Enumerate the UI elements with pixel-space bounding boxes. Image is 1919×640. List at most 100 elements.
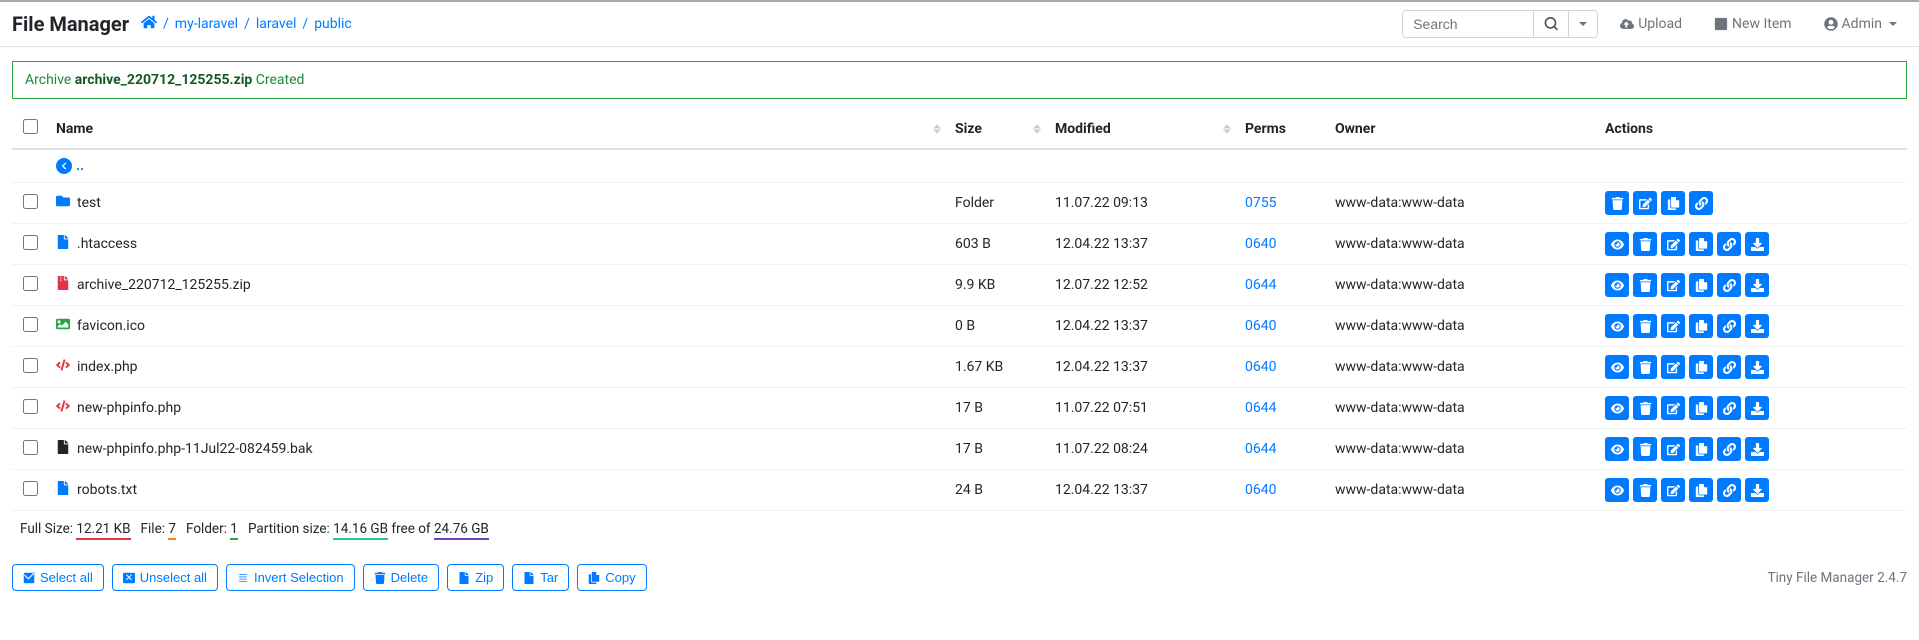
rename-button[interactable] bbox=[1661, 396, 1685, 420]
download-button[interactable] bbox=[1745, 273, 1769, 297]
rename-button[interactable] bbox=[1661, 273, 1685, 297]
view-button[interactable] bbox=[1605, 355, 1629, 379]
perms-link[interactable]: 0640 bbox=[1245, 482, 1276, 498]
file-name-link[interactable]: robots.txt bbox=[77, 482, 137, 498]
select-all-checkbox[interactable] bbox=[23, 119, 38, 134]
row-checkbox[interactable] bbox=[23, 481, 38, 496]
row-checkbox[interactable] bbox=[23, 235, 38, 250]
upload-button[interactable]: Upload bbox=[1610, 10, 1692, 38]
delete-button[interactable] bbox=[1633, 314, 1657, 338]
home-link[interactable] bbox=[141, 14, 157, 34]
delete-button[interactable] bbox=[1633, 396, 1657, 420]
delete-button[interactable] bbox=[1633, 437, 1657, 461]
admin-label: Admin bbox=[1842, 16, 1882, 32]
rename-button[interactable] bbox=[1661, 437, 1685, 461]
file-name-link[interactable]: .htaccess bbox=[77, 236, 137, 252]
copy-button[interactable] bbox=[1689, 396, 1713, 420]
file-modified: 12.04.22 13:37 bbox=[1047, 224, 1237, 265]
back-link[interactable]: .. bbox=[56, 158, 84, 174]
download-button[interactable] bbox=[1745, 314, 1769, 338]
zip-button[interactable]: Zip bbox=[447, 564, 504, 591]
perms-link[interactable]: 0755 bbox=[1245, 195, 1276, 211]
col-name[interactable]: Name bbox=[48, 109, 947, 149]
view-button[interactable] bbox=[1605, 273, 1629, 297]
tar-button[interactable]: Tar bbox=[512, 564, 569, 591]
link-button[interactable] bbox=[1689, 191, 1713, 215]
filedark-icon bbox=[56, 440, 70, 458]
col-modified[interactable]: Modified bbox=[1047, 109, 1237, 149]
copy-button[interactable] bbox=[1689, 478, 1713, 502]
table-row: favicon.ico 0 B 12.04.22 13:37 0640 www-… bbox=[12, 306, 1907, 347]
perms-link[interactable]: 0644 bbox=[1245, 277, 1276, 293]
view-button[interactable] bbox=[1605, 478, 1629, 502]
delete-button[interactable] bbox=[1633, 273, 1657, 297]
link-button[interactable] bbox=[1717, 355, 1741, 379]
view-button[interactable] bbox=[1605, 314, 1629, 338]
file-name-link[interactable]: favicon.ico bbox=[77, 318, 145, 334]
view-button[interactable] bbox=[1605, 232, 1629, 256]
breadcrumb-item[interactable]: my-laravel bbox=[175, 16, 238, 32]
row-checkbox[interactable] bbox=[23, 276, 38, 291]
copy-button[interactable] bbox=[1689, 314, 1713, 338]
rename-button[interactable] bbox=[1661, 314, 1685, 338]
table-row: new-phpinfo.php-11Jul22-082459.bak 17 B … bbox=[12, 429, 1907, 470]
search-input[interactable] bbox=[1403, 11, 1533, 37]
download-button[interactable] bbox=[1745, 478, 1769, 502]
delete-button[interactable] bbox=[1633, 355, 1657, 379]
download-button[interactable] bbox=[1745, 437, 1769, 461]
perms-link[interactable]: 0640 bbox=[1245, 236, 1276, 252]
invert-selection-button[interactable]: Invert Selection bbox=[226, 564, 355, 591]
perms-link[interactable]: 0640 bbox=[1245, 359, 1276, 375]
view-button[interactable] bbox=[1605, 437, 1629, 461]
row-checkbox[interactable] bbox=[23, 440, 38, 455]
rename-button[interactable] bbox=[1633, 191, 1657, 215]
breadcrumb-item[interactable]: public bbox=[314, 16, 352, 32]
copy-button[interactable] bbox=[1689, 355, 1713, 379]
rename-button[interactable] bbox=[1661, 478, 1685, 502]
rename-button[interactable] bbox=[1661, 355, 1685, 379]
delete-button[interactable]: Delete bbox=[363, 564, 440, 591]
table-row: new-phpinfo.php 17 B 11.07.22 07:51 0644… bbox=[12, 388, 1907, 429]
download-button[interactable] bbox=[1745, 396, 1769, 420]
perms-link[interactable]: 0640 bbox=[1245, 318, 1276, 334]
copy-button[interactable] bbox=[1689, 437, 1713, 461]
file-size: Folder bbox=[947, 183, 1047, 224]
copy-button[interactable] bbox=[1661, 191, 1685, 215]
unselect-all-button[interactable]: Unselect all bbox=[112, 564, 218, 591]
file-name-link[interactable]: new-phpinfo.php bbox=[77, 400, 181, 416]
rename-button[interactable] bbox=[1661, 232, 1685, 256]
delete-button[interactable] bbox=[1605, 191, 1629, 215]
delete-button[interactable] bbox=[1633, 478, 1657, 502]
link-button[interactable] bbox=[1717, 437, 1741, 461]
file-name-link[interactable]: archive_220712_125255.zip bbox=[77, 277, 251, 293]
delete-button[interactable] bbox=[1633, 232, 1657, 256]
link-button[interactable] bbox=[1717, 232, 1741, 256]
search-button[interactable] bbox=[1533, 11, 1568, 37]
row-checkbox[interactable] bbox=[23, 358, 38, 373]
file-name-link[interactable]: index.php bbox=[77, 359, 138, 375]
copy-button[interactable]: Copy bbox=[577, 564, 646, 591]
copy-button[interactable] bbox=[1689, 232, 1713, 256]
perms-link[interactable]: 0644 bbox=[1245, 441, 1276, 457]
admin-dropdown[interactable]: Admin bbox=[1814, 10, 1907, 38]
new-item-button[interactable]: New Item bbox=[1704, 10, 1802, 38]
view-button[interactable] bbox=[1605, 396, 1629, 420]
link-button[interactable] bbox=[1717, 273, 1741, 297]
file-name-link[interactable]: test bbox=[77, 195, 101, 211]
row-checkbox[interactable] bbox=[23, 399, 38, 414]
row-checkbox[interactable] bbox=[23, 194, 38, 209]
download-button[interactable] bbox=[1745, 355, 1769, 379]
download-button[interactable] bbox=[1745, 232, 1769, 256]
breadcrumb-item[interactable]: laravel bbox=[256, 16, 297, 32]
col-size[interactable]: Size bbox=[947, 109, 1047, 149]
link-button[interactable] bbox=[1717, 314, 1741, 338]
search-dropdown-button[interactable] bbox=[1568, 11, 1597, 37]
file-name-link[interactable]: new-phpinfo.php-11Jul22-082459.bak bbox=[77, 441, 313, 457]
perms-link[interactable]: 0644 bbox=[1245, 400, 1276, 416]
select-all-button[interactable]: Select all bbox=[12, 564, 104, 591]
row-checkbox[interactable] bbox=[23, 317, 38, 332]
copy-button[interactable] bbox=[1689, 273, 1713, 297]
link-button[interactable] bbox=[1717, 396, 1741, 420]
search-group bbox=[1402, 10, 1598, 38]
link-button[interactable] bbox=[1717, 478, 1741, 502]
